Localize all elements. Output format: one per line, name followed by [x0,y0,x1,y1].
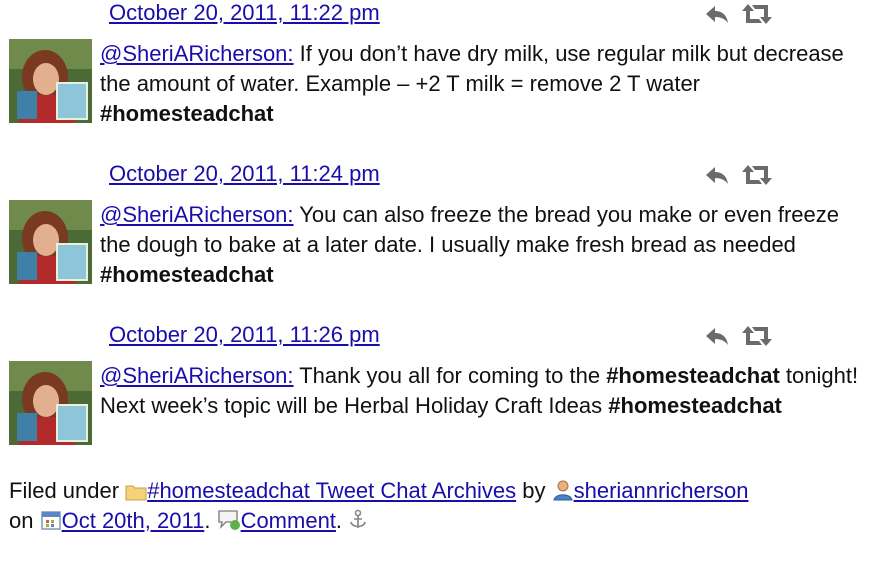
calendar-icon [40,511,61,530]
tweet-timestamp-link[interactable]: October 20, 2011, 11:22 pm [109,0,380,26]
tweet-text: @SheriARicherson: You can also freeze th… [100,200,870,290]
tweet-user-link[interactable]: @SheriARicherson: [100,41,294,66]
folder-icon [125,485,147,501]
on-label: on [9,508,34,533]
date-link[interactable]: Oct 20th, 2011 [62,508,205,533]
retweet-icon[interactable] [740,2,774,26]
avatar[interactable] [9,200,92,284]
comment-link[interactable]: Comment [241,508,336,533]
anchor-icon[interactable] [348,509,368,531]
retweet-icon[interactable] [740,163,774,187]
tweet-timestamp-link[interactable]: October 20, 2011, 11:26 pm [109,322,380,348]
tweet-1: October 20, 2011, 11:22 pm @SheriARicher… [0,0,874,150]
reply-icon[interactable] [704,163,730,187]
category-link[interactable]: #homesteadchat Tweet Chat Archives [147,478,516,503]
filed-under-label: Filed under [9,478,120,503]
reply-icon[interactable] [704,324,730,348]
reply-icon[interactable] [704,2,730,26]
avatar[interactable] [9,39,92,123]
tweet-2: October 20, 2011, 11:24 pm @SheriARicher… [0,161,874,311]
tweet-hashtag: #homesteadchat [100,101,274,126]
author-link[interactable]: sheriannricherson [574,478,749,503]
tweet-text: @SheriARicherson: If you don’t have dry … [100,39,870,129]
tweet-text: @SheriARicherson: Thank you all for comi… [100,361,870,421]
avatar[interactable] [9,361,92,445]
tweet-hashtag: #homesteadchat [608,393,782,418]
user-icon [553,480,573,501]
tweet-hashtag: #homesteadchat [100,262,274,287]
period: . [335,508,343,533]
tweet-timestamp-link[interactable]: October 20, 2011, 11:24 pm [109,161,380,187]
comment-icon [217,510,240,530]
tweet-3: October 20, 2011, 11:26 pm @SheriARicher… [0,322,874,472]
tweet-user-link[interactable]: @SheriARicherson: [100,202,294,227]
period: . [204,508,211,533]
by-label: by [522,478,546,503]
tweet-message: Thank you all for coming to the [293,363,607,388]
tweet-hashtag: #homesteadchat [606,363,780,388]
tweet-user-link[interactable]: @SheriARicherson: [100,363,294,388]
retweet-icon[interactable] [740,324,774,348]
post-footer: Filed under #homesteadchat Tweet Chat Ar… [9,476,869,536]
